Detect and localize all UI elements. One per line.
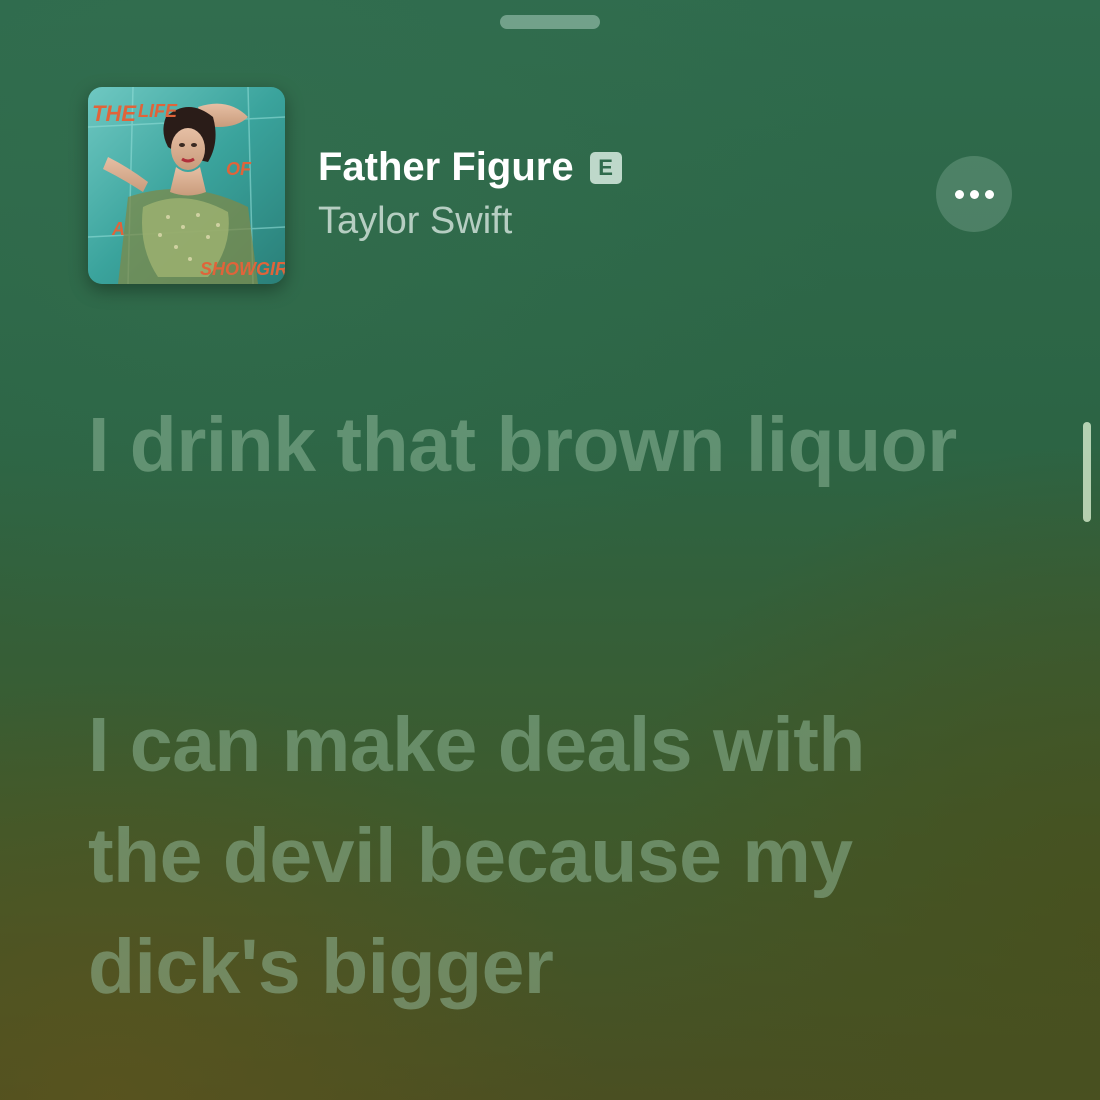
explicit-badge: E <box>589 151 622 184</box>
ellipsis-icon <box>954 189 964 199</box>
cover-text-of: OF <box>226 159 252 179</box>
lyric-line[interactable]: I drink that brown liquor <box>88 390 988 501</box>
song-title-text: Father Figure <box>318 145 574 189</box>
song-title[interactable]: Father Figure E <box>318 145 622 190</box>
artist-name[interactable]: Taylor Swift <box>318 200 512 243</box>
sheet-grabber-handle[interactable] <box>500 15 600 29</box>
lyric-line[interactable]: I can make deals with the devil because … <box>88 690 988 1023</box>
more-options-button[interactable] <box>936 156 1012 232</box>
cover-text-a: A <box>111 219 125 239</box>
cover-text-showgirl: SHOWGIRL <box>200 259 285 279</box>
album-artwork[interactable]: THE LIFE OF A SHOWGIRL <box>88 87 285 284</box>
cover-text-life: LIFE <box>138 101 178 121</box>
scroll-indicator[interactable] <box>1083 422 1091 522</box>
cover-text-the: THE <box>92 101 137 126</box>
ellipsis-icon-dot <box>969 189 979 199</box>
ellipsis-icon-dot <box>984 189 994 199</box>
